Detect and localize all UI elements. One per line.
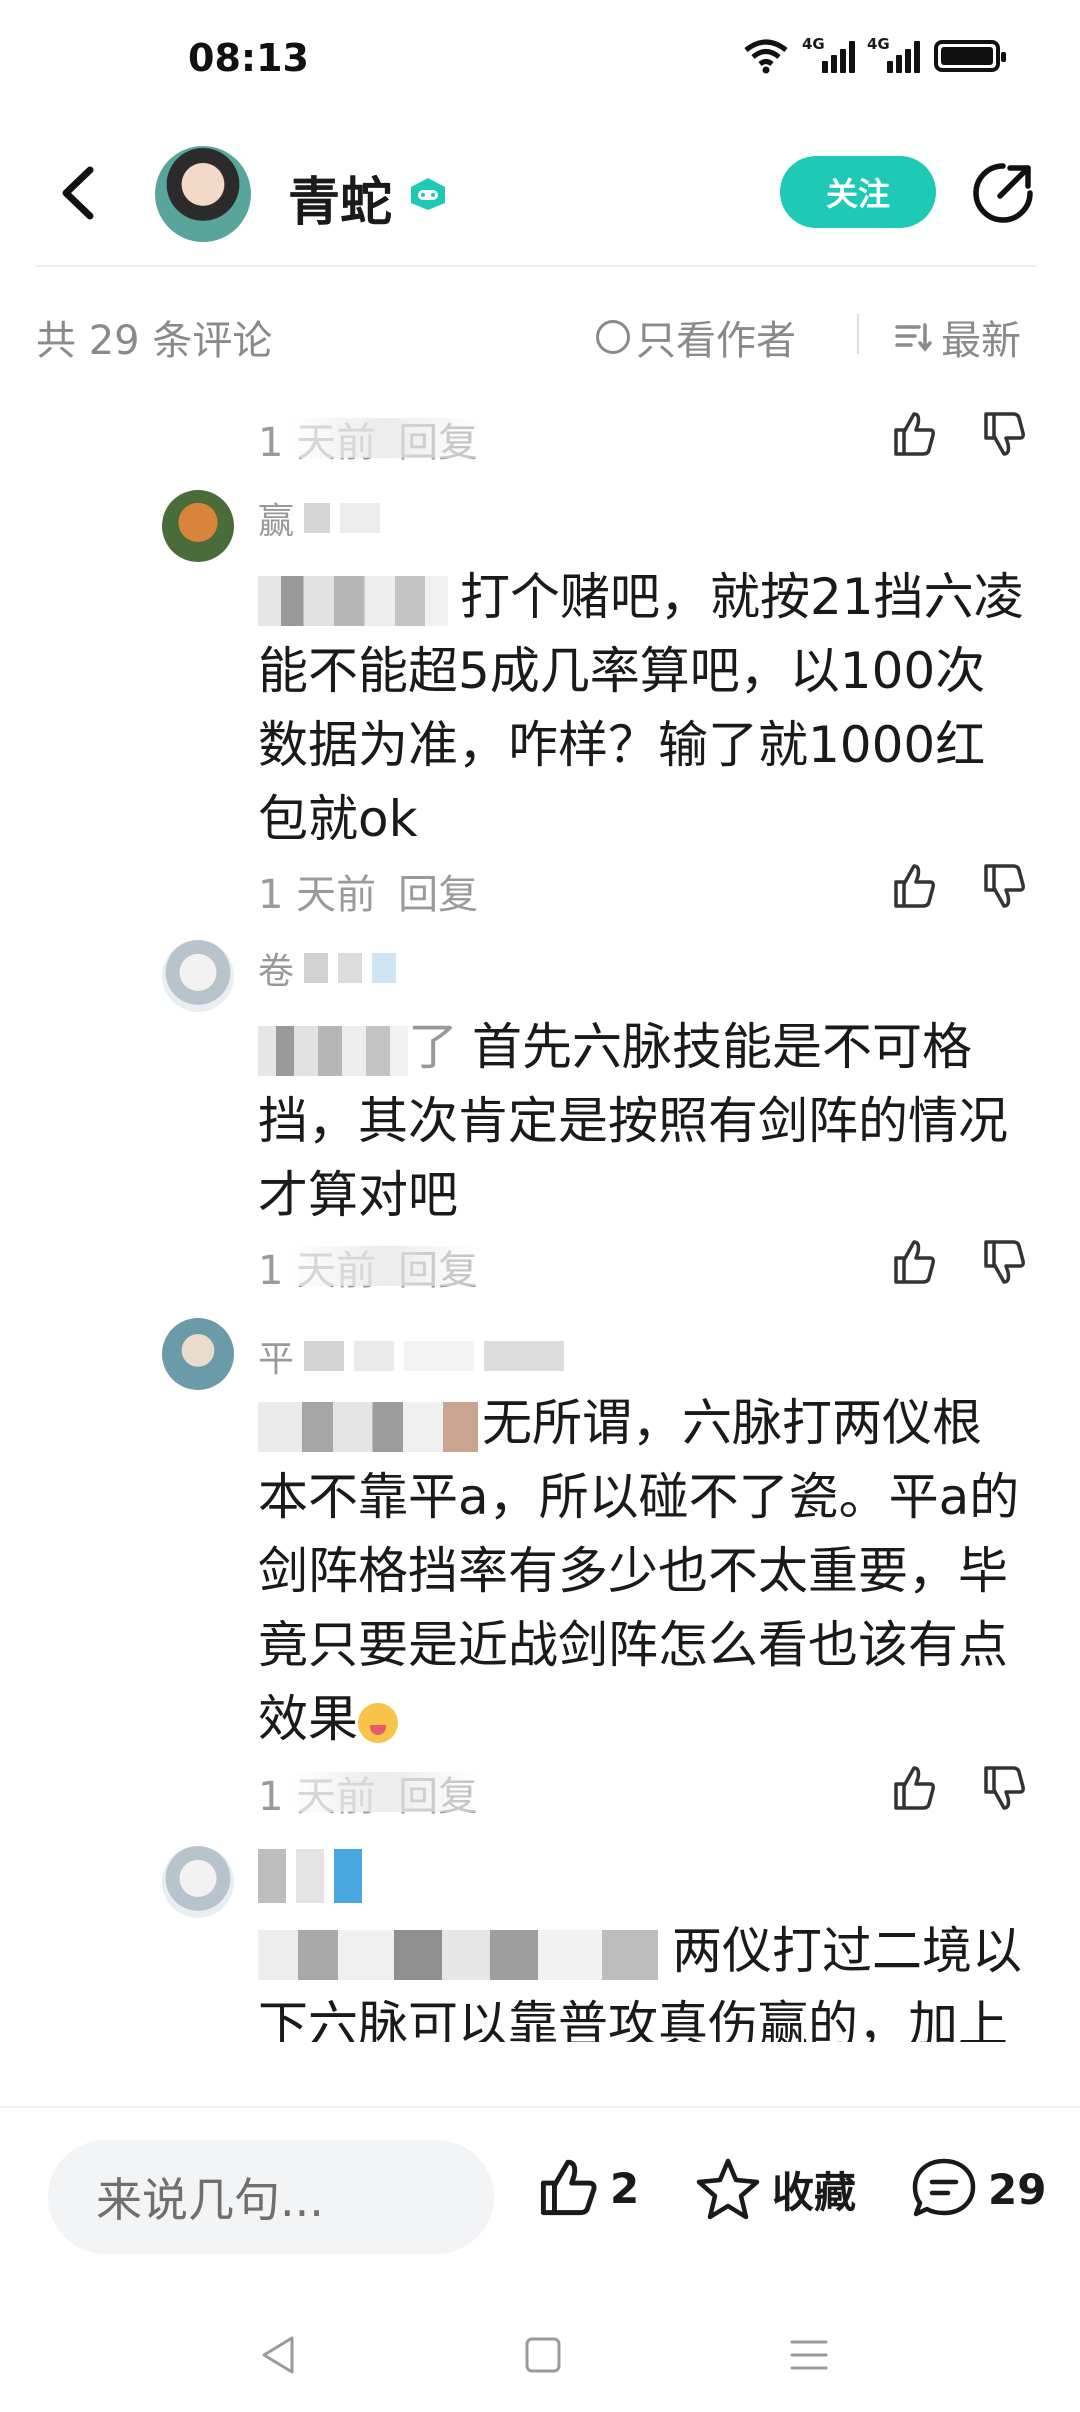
comment-text: 两仪打过二境以下六脉可以靠普攻真伤赢的，加上剑阵挡挡六脉的普攻 (258, 1922, 1022, 2042)
status-icons: 4G 4G (742, 35, 1006, 74)
thumb-up-icon (540, 2159, 597, 2216)
thumb-down-icon[interactable] (978, 1236, 1030, 1288)
mention-blur (258, 575, 448, 626)
signal-2-icon: 4G (867, 35, 920, 73)
system-nav-bar (0, 2290, 1080, 2410)
commenter-avatar[interactable] (162, 1318, 234, 1390)
comment-text: 无所谓，六脉打两仪根本不靠平a，所以碰不了瓷。平a的剑阵格挡率有多少也不太重要，… (258, 1394, 1020, 1748)
comment-toolbar: 共 29 条评论 只看作者 最新 (0, 300, 1080, 370)
signal-1-icon: 4G (802, 35, 855, 73)
bottom-action-bar: 来说几句... 2 收藏 29 (0, 2106, 1080, 2256)
comment-text: 了首先六脉技能是不可格挡，其次肯定是按照有剑阵的情况才算对吧 (258, 1018, 1008, 1224)
sort-icon (895, 323, 932, 352)
mention-blur (258, 1025, 408, 1076)
post-header: 青蛇 关注 (0, 130, 1080, 260)
reply-button[interactable]: 回复 (398, 862, 478, 920)
collect-button[interactable]: 收藏 (694, 2156, 856, 2222)
mention-blur (258, 1929, 658, 1980)
commenter-avatar[interactable] (162, 1846, 234, 1918)
author-only-label: 只看作者 (636, 318, 796, 364)
back-arrow-icon[interactable] (50, 158, 110, 228)
like-button[interactable]: 2 (536, 2156, 639, 2220)
blur-overlay (290, 418, 480, 458)
comment-meta: 1 天前 回复 (258, 862, 478, 920)
comment-bubble-icon (912, 2158, 976, 2217)
collect-label: 收藏 (772, 2167, 857, 2217)
battery-icon (934, 40, 1006, 72)
sort-button[interactable]: 最新 (893, 308, 1021, 366)
follow-button[interactable]: 关注 (780, 156, 936, 228)
comment-input[interactable]: 来说几句... (48, 2140, 494, 2254)
sort-label: 最新 (941, 318, 1021, 364)
commenter-name[interactable]: 卷 (258, 948, 397, 992)
emoji-icon (358, 1702, 398, 1743)
circle-icon (596, 320, 630, 354)
nav-menu-icon[interactable] (784, 2330, 834, 2380)
comment-time: 1 天前 (258, 872, 377, 918)
commenter-avatar[interactable] (162, 490, 234, 562)
commenter-name[interactable]: 赢 (258, 498, 381, 542)
star-icon (696, 2158, 760, 2220)
mention-blur (258, 1401, 478, 1452)
author-name[interactable]: 青蛇 (288, 160, 392, 235)
like-count: 2 (610, 2163, 640, 2213)
commenter-avatar[interactable] (162, 940, 234, 1012)
scroll-fade (0, 2040, 1080, 2110)
header-divider (36, 265, 1036, 267)
commenter-name[interactable]: 平 (258, 1336, 565, 1380)
author-avatar[interactable] (155, 146, 251, 242)
blur-overlay (290, 1772, 480, 1812)
thumb-down-icon[interactable] (978, 860, 1030, 912)
game-badge-icon (411, 178, 445, 210)
comment-count-badge: 29 (988, 2164, 1047, 2214)
comment-text: 打个赌吧，就按21挡六凌能不能超5成几率算吧，以100次数据为准，咋样？输了就1… (258, 568, 1024, 848)
commenter-name[interactable] (258, 1849, 362, 1903)
status-bar: 08:13 4G 4G (0, 0, 1080, 120)
author-only-toggle[interactable]: 只看作者 (596, 308, 796, 366)
blur-overlay (290, 1246, 480, 1286)
status-time: 08:13 (188, 36, 309, 80)
nav-home-icon[interactable] (518, 2330, 568, 2380)
thumb-down-icon[interactable] (978, 1762, 1030, 1814)
thumb-up-icon[interactable] (888, 860, 940, 912)
comment-count: 共 29 条评论 (36, 318, 273, 364)
toolbar-separator (857, 314, 859, 354)
wifi-icon (744, 39, 788, 74)
thumb-up-icon[interactable] (888, 408, 940, 460)
thumb-down-icon[interactable] (978, 408, 1030, 460)
comments-button[interactable]: 29 (910, 2156, 1046, 2222)
share-icon[interactable] (970, 160, 1036, 226)
nav-back-icon[interactable] (254, 2330, 304, 2380)
thumb-up-icon[interactable] (888, 1762, 940, 1814)
thumb-up-icon[interactable] (888, 1236, 940, 1288)
